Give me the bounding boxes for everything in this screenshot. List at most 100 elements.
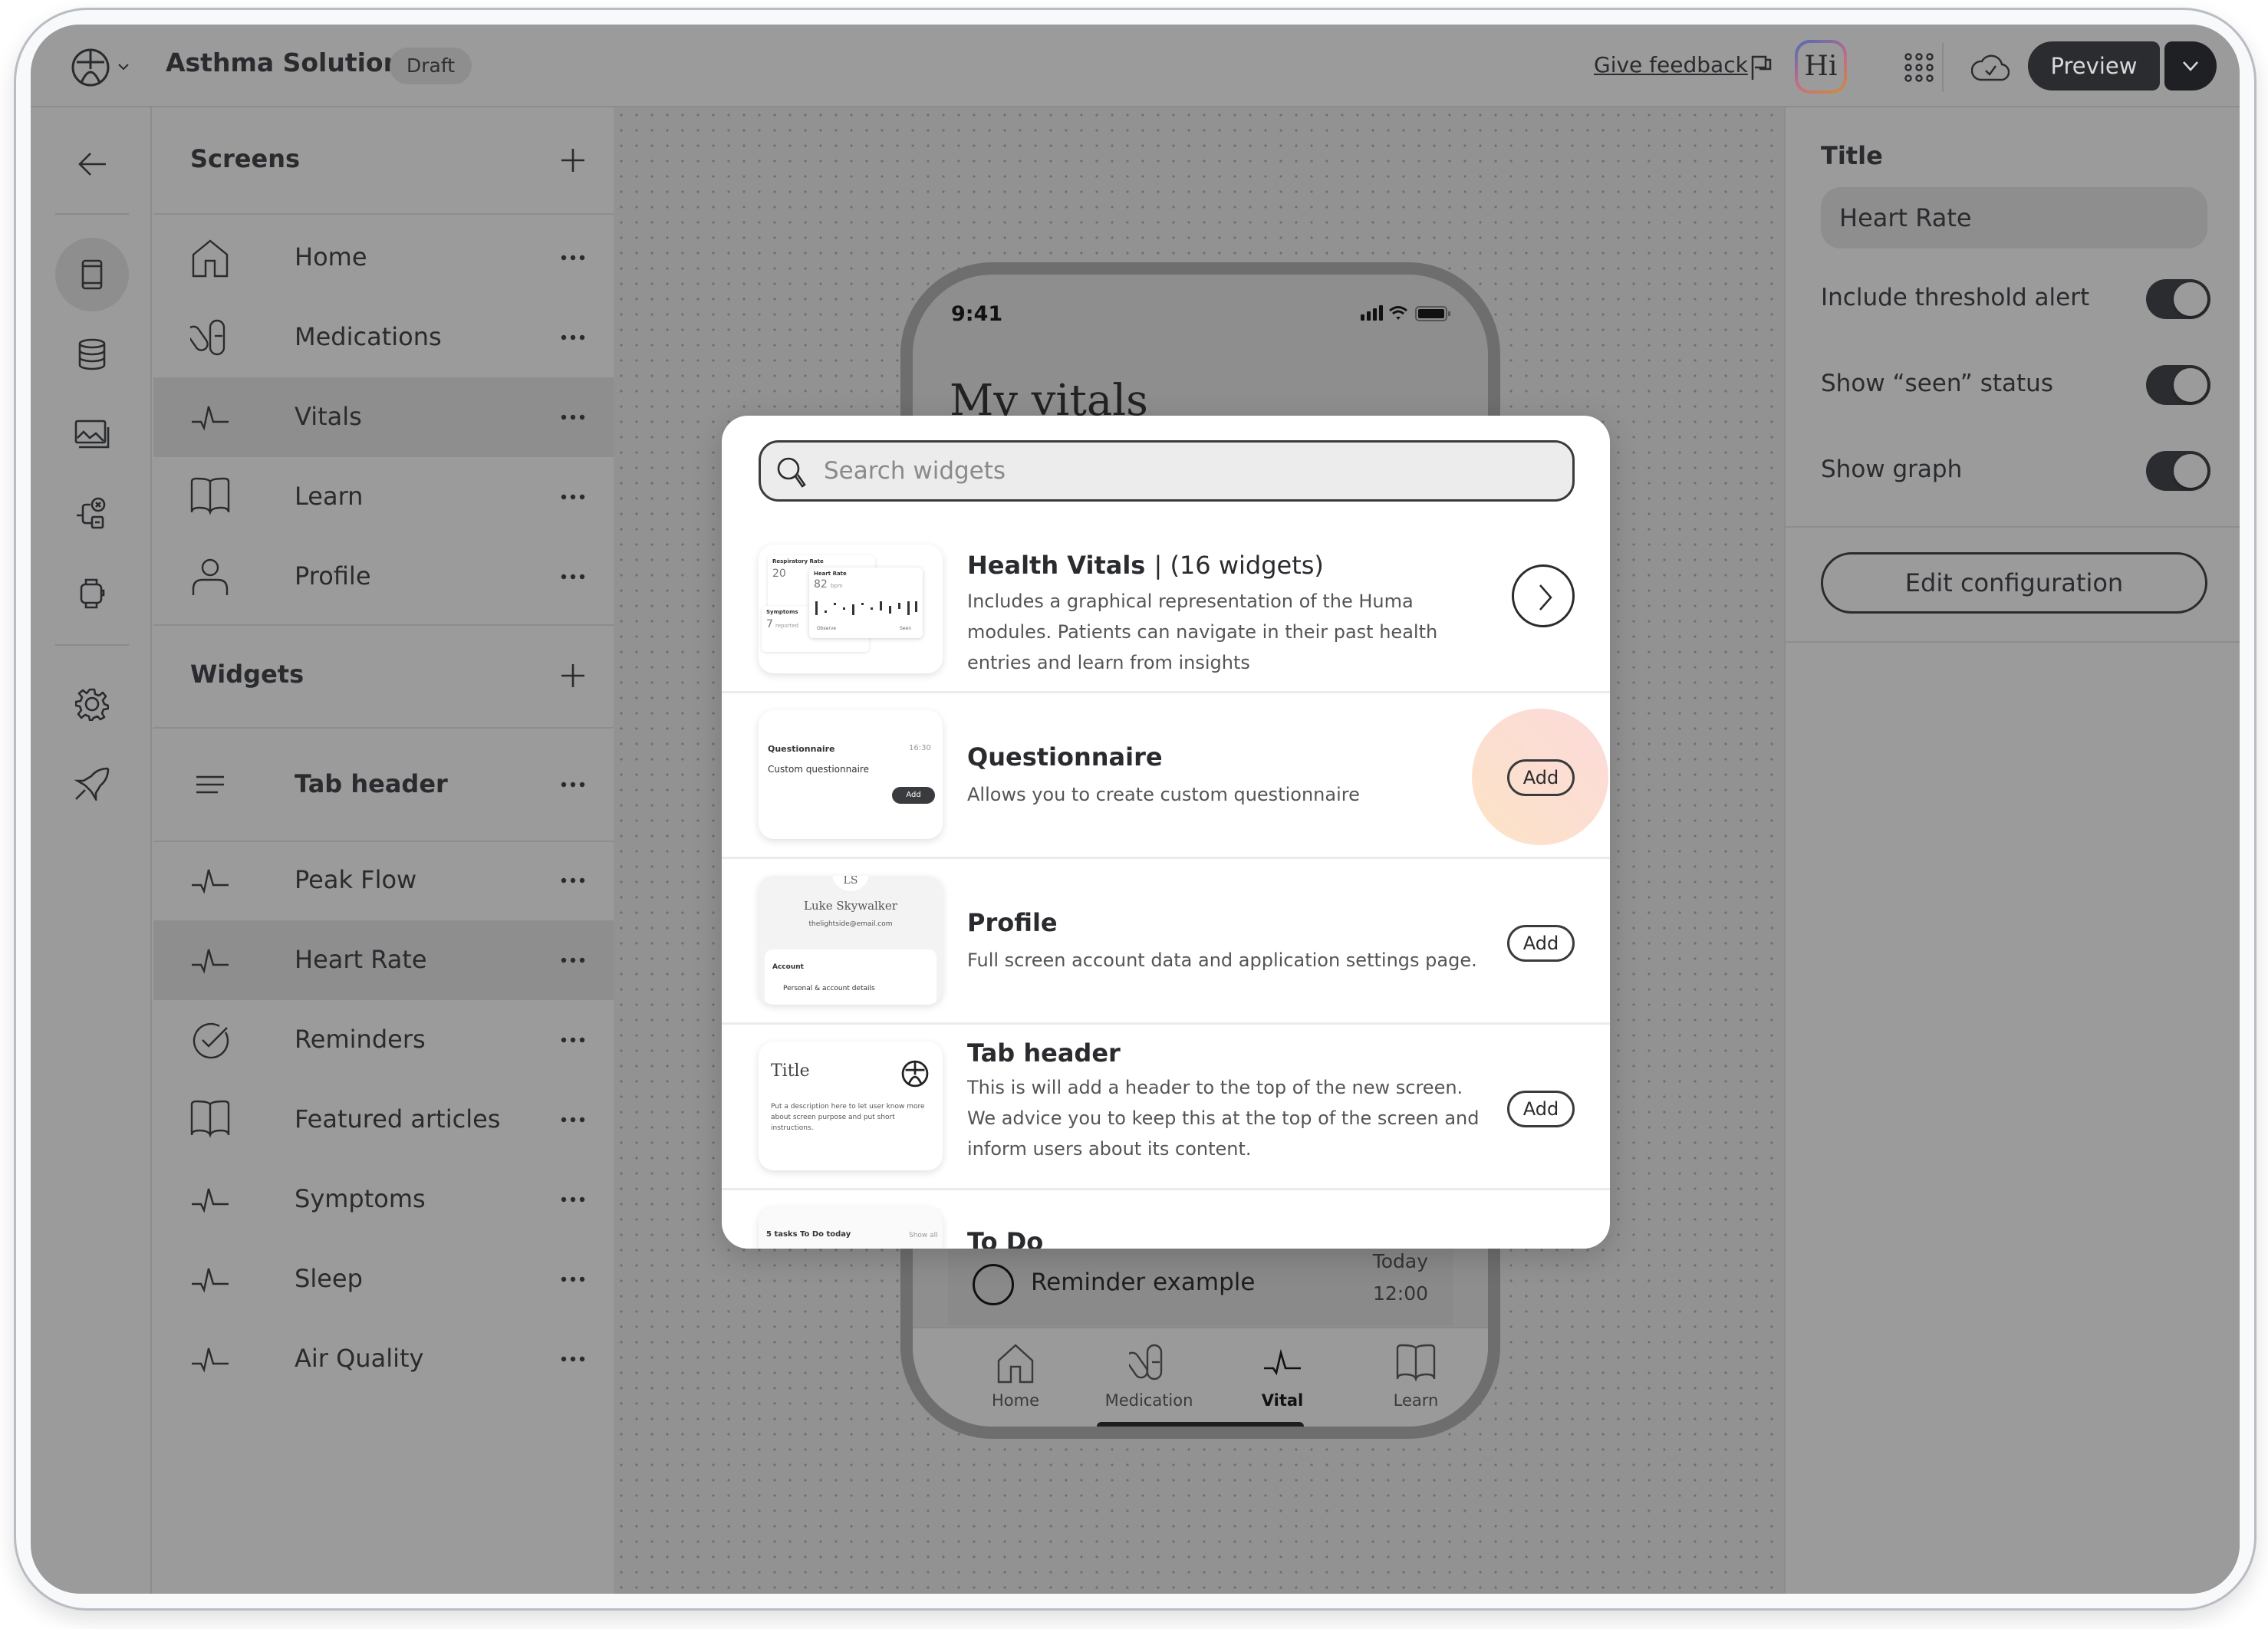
- thumb-text: Personal & account details: [783, 985, 875, 992]
- list-item-label: Profile: [295, 561, 371, 591]
- thumb-email: thelightside@email.com: [808, 920, 893, 928]
- rail-data[interactable]: [55, 318, 129, 391]
- list-item-label: Learn: [295, 482, 364, 511]
- thumb-text: Respiratory Rate: [772, 558, 824, 564]
- threshold-alert-toggle[interactable]: [2146, 279, 2210, 319]
- rail-media[interactable]: [55, 397, 129, 471]
- thumb-account-card: Account Personal & account details: [765, 949, 936, 1005]
- list-item-heart-rate[interactable]: Heart Rate: [153, 920, 614, 1000]
- rail-screens[interactable]: [55, 238, 129, 311]
- more-options-icon[interactable]: [560, 780, 586, 789]
- huma-logo-icon: [901, 1060, 929, 1088]
- phone-tab-learn[interactable]: Learn: [1355, 1344, 1477, 1410]
- cloud-saved-icon: [1971, 54, 2010, 81]
- list-item-home[interactable]: Home: [153, 218, 614, 298]
- more-options-icon[interactable]: [560, 253, 586, 262]
- more-options-icon[interactable]: [560, 492, 586, 502]
- rocket-icon: [74, 767, 110, 801]
- widget-item-health-vitals[interactable]: Respiratory Rate 20 Symptoms 7 reported …: [722, 528, 1610, 693]
- title-label: Title: [1821, 141, 1883, 170]
- props-divider: [1786, 526, 2240, 528]
- add-screen-icon[interactable]: [560, 147, 586, 173]
- health-vitals-thumbnail: Respiratory Rate 20 Symptoms 7 reported …: [759, 545, 943, 673]
- add-profile-button[interactable]: Add: [1507, 925, 1575, 962]
- thumb-hr-chart: [815, 601, 917, 615]
- list-item-learn[interactable]: Learn: [153, 457, 614, 537]
- widget-item-tab-header[interactable]: Title Put a description here to let user…: [722, 1025, 1610, 1190]
- more-options-icon[interactable]: [560, 1035, 586, 1045]
- phone-tab-vital[interactable]: Vital: [1221, 1344, 1344, 1410]
- todo-checkbox[interactable]: [973, 1264, 1014, 1305]
- more-options-icon[interactable]: [560, 1195, 586, 1204]
- search-input[interactable]: [824, 443, 1545, 499]
- preview-dropdown-button[interactable]: [2164, 41, 2217, 90]
- icon-rail: [31, 107, 152, 1594]
- show-graph-toggle[interactable]: [2146, 451, 2210, 491]
- preview-button[interactable]: Preview: [2028, 41, 2160, 90]
- gear-icon: [75, 688, 109, 721]
- list-item-medications[interactable]: Medications: [153, 298, 614, 377]
- edit-configuration-button[interactable]: Edit configuration: [1821, 552, 2207, 614]
- list-item-sleep[interactable]: Sleep: [153, 1239, 614, 1319]
- screens-panel: Screens Home Medications Vitals Learn Profil…: [153, 107, 614, 1594]
- thumb-add-button: Add: [892, 787, 935, 804]
- app-title: Asthma Solution: [166, 48, 402, 77]
- flag-icon[interactable]: [1749, 54, 1773, 81]
- phone-tab-home[interactable]: Home: [954, 1344, 1077, 1410]
- more-options-icon[interactable]: [560, 333, 586, 342]
- top-bar: Asthma Solution Draft Give feedback Hi P…: [31, 25, 2240, 107]
- pulse-icon: [1264, 1348, 1301, 1376]
- add-widget-modal: Respiratory Rate 20 Symptoms 7 reported …: [722, 416, 1610, 1249]
- widget-item-todo[interactable]: 5 tasks To Do today Show all To Do: [722, 1190, 1610, 1249]
- list-item-reminders[interactable]: Reminders: [153, 1000, 614, 1080]
- add-questionnaire-button[interactable]: Add: [1507, 759, 1575, 796]
- database-icon: [78, 338, 106, 370]
- more-options-icon[interactable]: [560, 1275, 586, 1284]
- open-collection-button[interactable]: [1512, 564, 1575, 627]
- list-item-label: Tab header: [295, 769, 448, 798]
- list-item-air-quality[interactable]: Air Quality: [153, 1319, 614, 1399]
- list-item-tab-header[interactable]: Tab header: [153, 729, 614, 841]
- app-window: Asthma Solution Draft Give feedback Hi P…: [31, 25, 2240, 1594]
- rail-settings[interactable]: [55, 667, 129, 741]
- list-item-peak-flow[interactable]: Peak Flow: [153, 841, 614, 920]
- thumb-text: Show all: [909, 1232, 938, 1239]
- pulse-icon: [192, 869, 229, 894]
- add-widget-icon[interactable]: [560, 663, 586, 689]
- home-icon: [997, 1344, 1034, 1384]
- rail-publish[interactable]: [55, 747, 129, 821]
- rail-devices[interactable]: [55, 557, 129, 630]
- toggle-row-threshold: Include threshold alert: [1821, 276, 2210, 322]
- toggle-label: Show graph: [1821, 456, 1963, 483]
- more-options-icon[interactable]: [560, 876, 586, 885]
- tab-header-thumbnail: Title Put a description here to let user…: [759, 1042, 943, 1170]
- book-icon: [1396, 1344, 1436, 1382]
- list-item-symptoms[interactable]: Symptoms: [153, 1160, 614, 1239]
- thumb-name: Luke Skywalker: [804, 899, 897, 913]
- more-options-icon[interactable]: [560, 1115, 586, 1124]
- more-options-icon[interactable]: [560, 1354, 586, 1364]
- more-options-icon[interactable]: [560, 956, 586, 965]
- phone-tab-medication[interactable]: Medication: [1088, 1344, 1210, 1410]
- chevron-down-icon[interactable]: [115, 58, 132, 75]
- list-item-vitals[interactable]: Vitals: [153, 377, 614, 457]
- back-button[interactable]: [55, 127, 129, 201]
- thumb-text: bpm: [831, 583, 843, 589]
- seen-status-toggle[interactable]: [2146, 365, 2210, 405]
- more-options-icon[interactable]: [560, 572, 586, 581]
- rail-flows[interactable]: [55, 477, 129, 551]
- list-item-featured-articles[interactable]: Featured articles: [153, 1080, 614, 1160]
- list-item-label: Peak Flow: [295, 865, 417, 894]
- give-feedback-link[interactable]: Give feedback: [1594, 52, 1748, 77]
- title-input[interactable]: Heart Rate: [1821, 187, 2207, 248]
- list-item-profile[interactable]: Profile: [153, 537, 614, 617]
- add-tab-header-button[interactable]: Add: [1507, 1091, 1575, 1127]
- huma-logo-icon[interactable]: [71, 48, 110, 87]
- avatar[interactable]: Hi: [1795, 40, 1847, 94]
- thumb-text: Questionnaire: [768, 744, 835, 754]
- more-options-icon[interactable]: [560, 413, 586, 422]
- pulse-icon: [192, 1348, 229, 1373]
- widget-item-profile[interactable]: LS Luke Skywalker thelightside@email.com…: [722, 859, 1610, 1025]
- apps-grid-icon[interactable]: [1904, 52, 1934, 83]
- widget-item-questionnaire[interactable]: Questionnaire 16:30 Custom questionnaire…: [722, 693, 1610, 859]
